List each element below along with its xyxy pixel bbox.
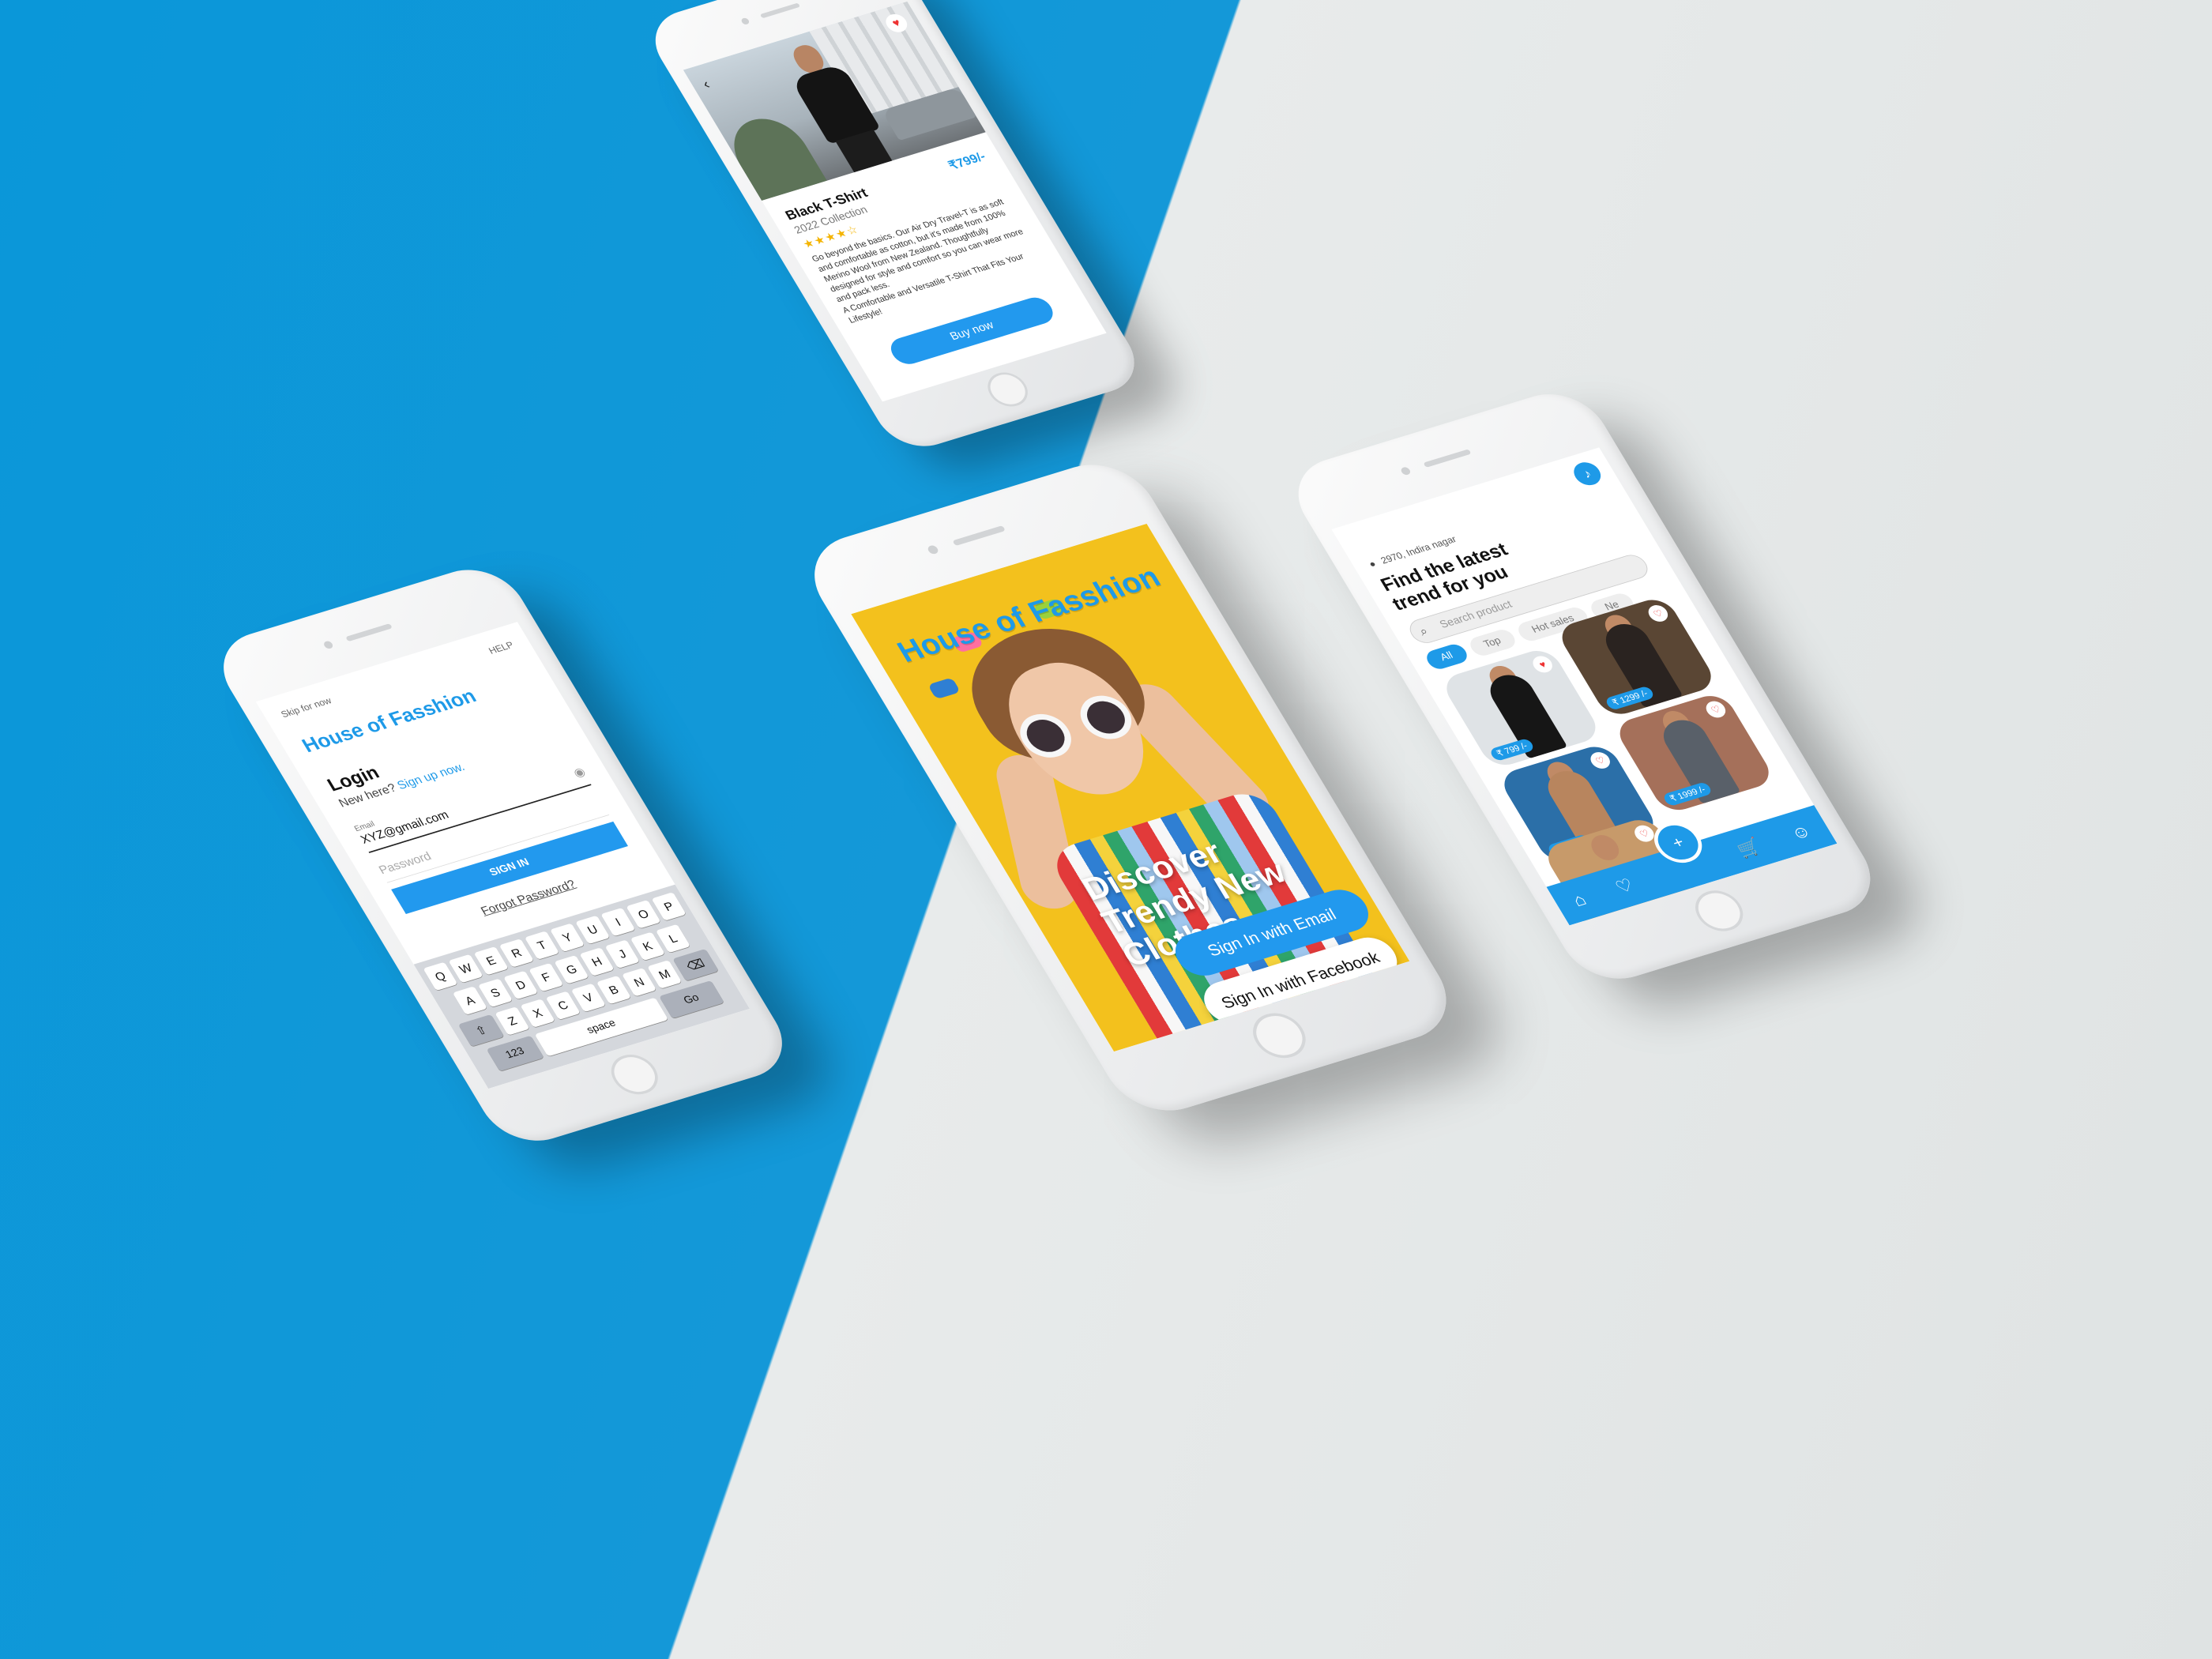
- signup-link[interactable]: Sign up now.: [395, 760, 468, 792]
- product-image-tree: [719, 110, 827, 201]
- login-screen: Skip for now HELP House of Fasshion Logi…: [255, 622, 750, 1089]
- phone-home-button[interactable]: [980, 367, 1035, 412]
- heart-icon[interactable]: ♡: [1645, 603, 1672, 624]
- chip-top[interactable]: Top: [1466, 627, 1519, 659]
- numbers-key[interactable]: 123: [486, 1035, 544, 1072]
- hair-clip-blue: [927, 677, 961, 700]
- phone-login: Skip for now HELP House of Fasshion Logi…: [205, 559, 800, 1153]
- phone-home-button[interactable]: [1243, 1007, 1315, 1064]
- search-placeholder: Search product: [1437, 599, 1514, 631]
- welcome-screen: House of Fasshion Discover Trendy New Cl…: [851, 523, 1410, 1052]
- phone-speaker: [1423, 449, 1472, 468]
- phone-product-detail: ‹ ♥ Black T-Shirt ₹799/- 2022 Collection…: [640, 0, 1150, 457]
- phone-speaker: [759, 2, 801, 19]
- phone-speaker: [952, 525, 1006, 547]
- product-price-badge: ₹ 799 /-: [1488, 737, 1536, 762]
- phone-camera: [739, 17, 750, 25]
- chip-all[interactable]: All: [1423, 641, 1471, 672]
- product-price-badge: ₹ 1999 /-: [1661, 781, 1714, 807]
- phone-home-button[interactable]: [603, 1049, 667, 1100]
- heart-icon[interactable]: ♡: [1702, 698, 1729, 720]
- phone-speaker: [345, 623, 393, 642]
- heart-icon[interactable]: ♡: [1612, 875, 1638, 897]
- cart-icon[interactable]: 🛒: [1733, 835, 1766, 860]
- home-screen: ♪ ● 2970, Indira nagar Find the latest t…: [1331, 447, 1838, 926]
- search-icon: ⌕: [1416, 624, 1431, 638]
- product-image: [683, 1, 986, 201]
- user-icon[interactable]: ☺: [1786, 820, 1815, 844]
- phone-camera: [1399, 466, 1413, 476]
- phone-camera: [926, 544, 940, 555]
- shift-icon[interactable]: ⇧: [457, 1014, 505, 1047]
- backspace-icon[interactable]: ⌫: [672, 948, 719, 981]
- phone-home-button[interactable]: [1687, 885, 1752, 937]
- product-price: ₹799/-: [946, 149, 988, 173]
- mockup-stage: ‹ ♥ Black T-Shirt ₹799/- 2022 Collection…: [0, 0, 2212, 1659]
- phone-camera: [322, 640, 335, 650]
- tab-spacer: [1665, 861, 1706, 874]
- heart-icon[interactable]: ♥: [1529, 653, 1556, 675]
- bell-icon[interactable]: ♪: [1569, 459, 1606, 488]
- card-model-head: [1586, 832, 1624, 863]
- skip-link[interactable]: Skip for now: [279, 695, 333, 720]
- home-icon[interactable]: ⌂: [1569, 889, 1590, 911]
- product-screen: ‹ ♥ Black T-Shirt ₹799/- 2022 Collection…: [683, 1, 1107, 402]
- product-price-badge: ₹ 1299 /-: [1604, 685, 1656, 711]
- help-link[interactable]: HELP: [487, 639, 516, 656]
- location-pin-icon: ●: [1366, 558, 1379, 570]
- heart-icon[interactable]: ♡: [1587, 750, 1614, 771]
